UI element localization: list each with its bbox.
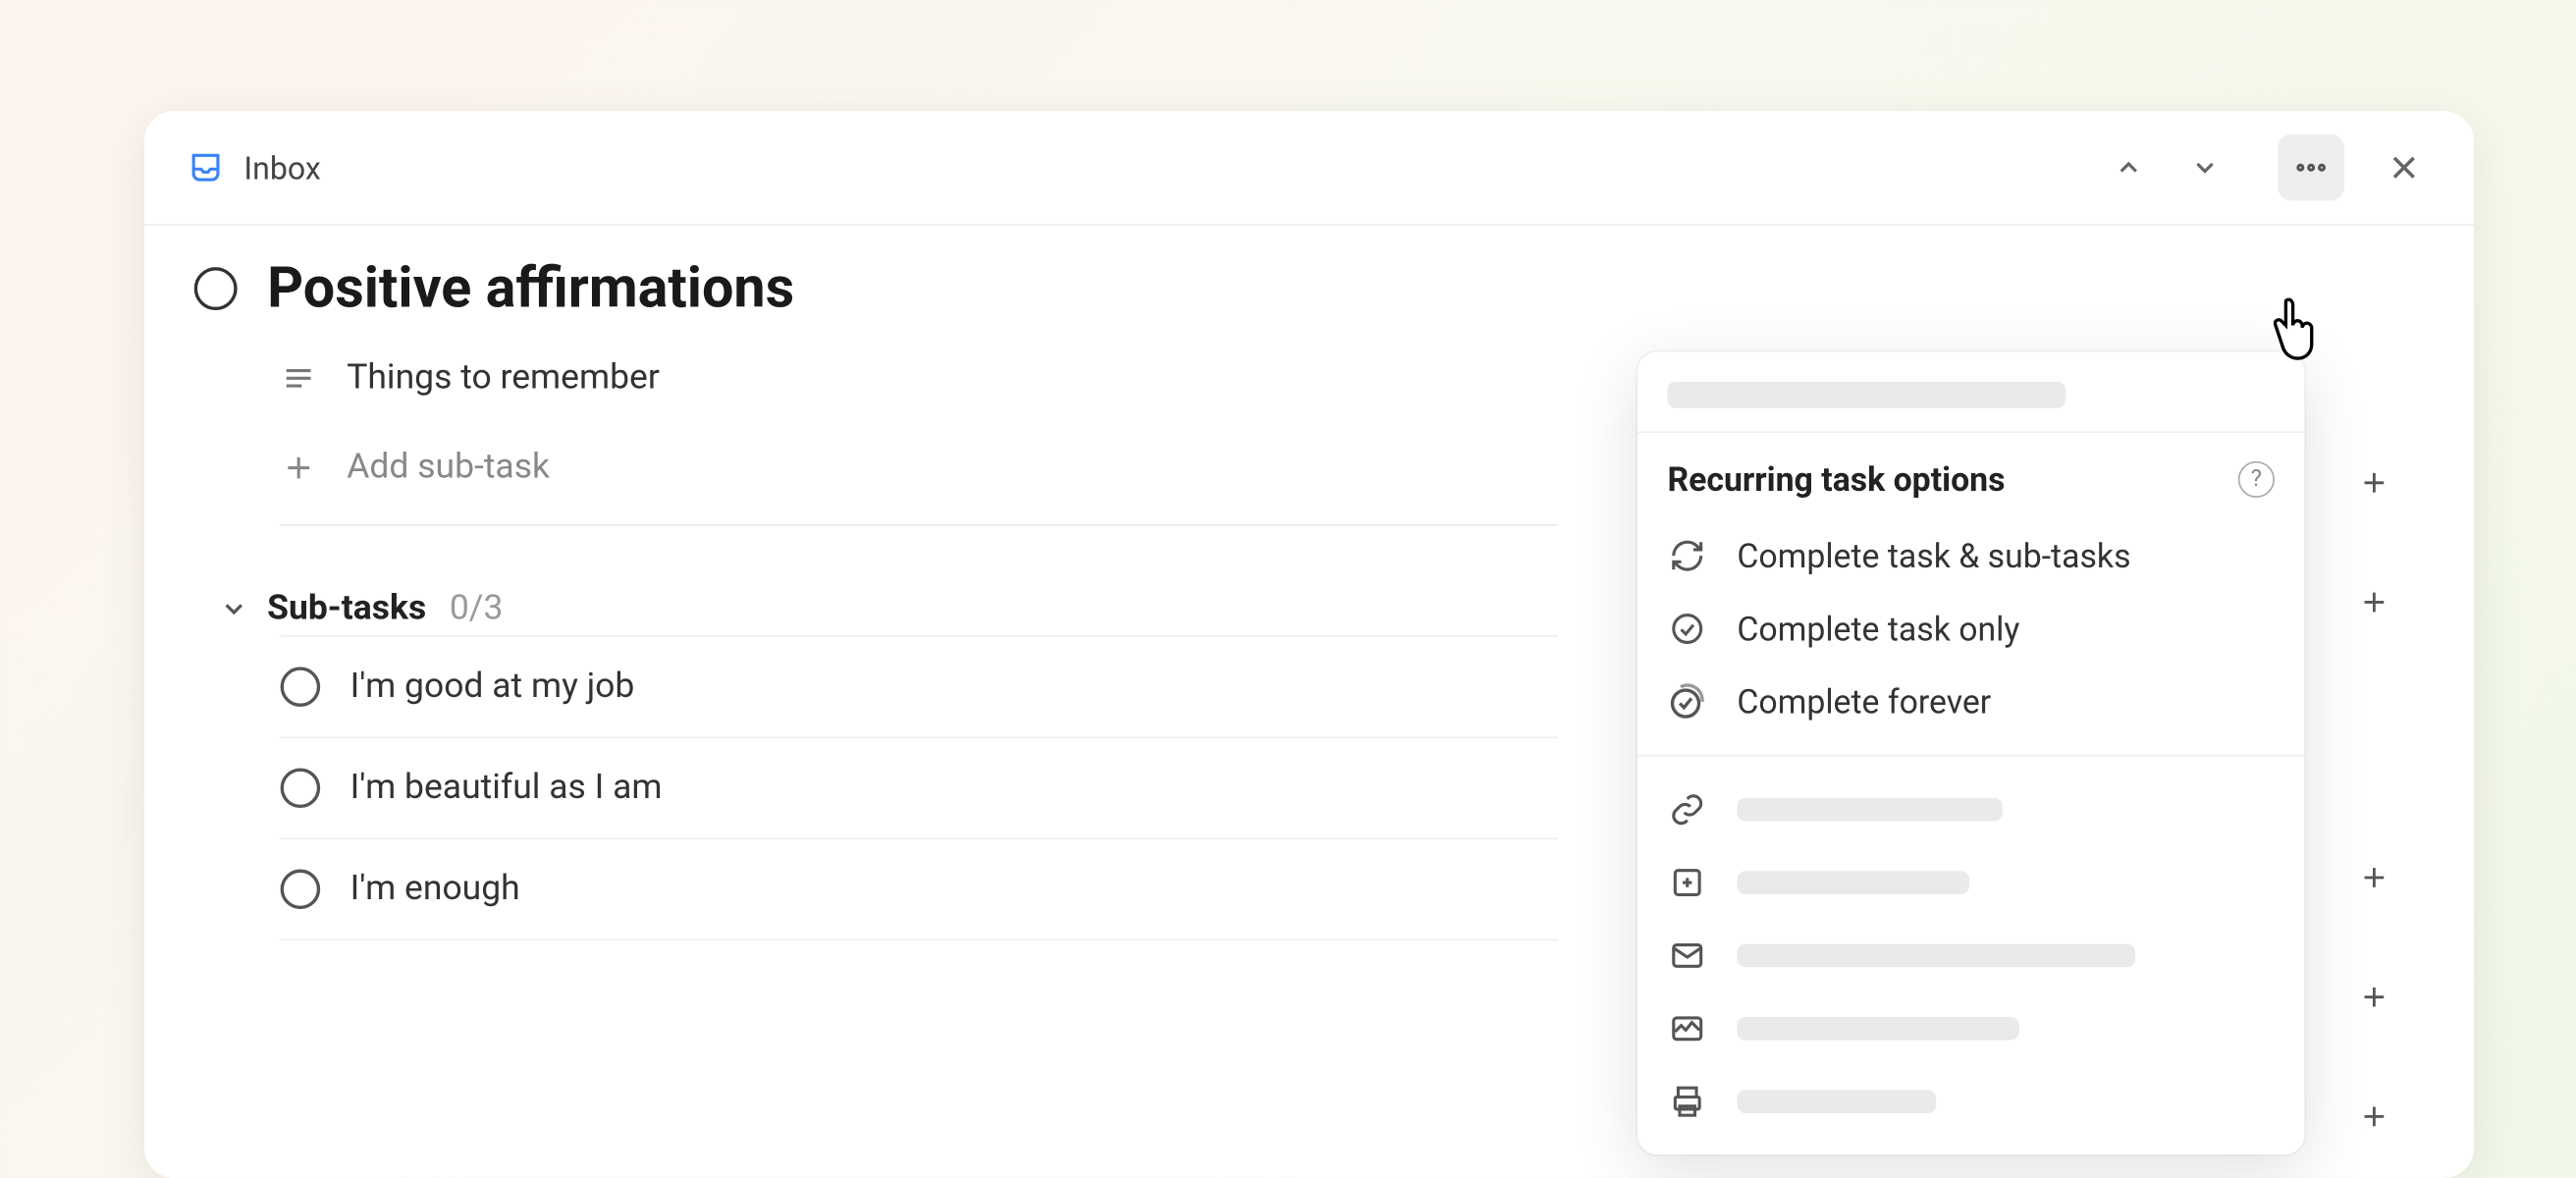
menu-item-label: Complete task only	[1737, 609, 2019, 649]
menu-placeholder	[1737, 1090, 1936, 1113]
check-circle-icon	[1667, 609, 1707, 649]
subtask-checkbox[interactable]	[281, 667, 321, 707]
subtask-item[interactable]: I'm good at my job	[281, 637, 1558, 738]
subtask-checkbox[interactable]	[281, 870, 321, 910]
subtasks-count: 0/3	[450, 589, 504, 629]
subtask-text: I'm enough	[350, 870, 520, 910]
task-description: Things to remember	[347, 358, 660, 399]
double-check-circle-icon	[1667, 682, 1707, 723]
description-icon	[281, 360, 317, 397]
plus-icon	[281, 450, 317, 486]
subtask-item[interactable]: I'm enough	[281, 839, 1558, 940]
task-title[interactable]: Positive affirmations	[267, 255, 794, 322]
menu-placeholder	[1667, 382, 2066, 408]
modal-header: Inbox	[144, 111, 2474, 226]
menu-item-placeholder[interactable]	[1637, 774, 2304, 846]
mail-icon	[1667, 936, 1707, 976]
menu-placeholder	[1737, 944, 2135, 968]
menu-item-placeholder[interactable]	[1637, 992, 2304, 1065]
chevron-down-icon	[217, 592, 250, 625]
add-subtask-button[interactable]: Add sub-task	[281, 418, 1558, 526]
subtask-checkbox[interactable]	[281, 768, 321, 808]
next-task-button[interactable]	[2172, 134, 2238, 201]
location-label[interactable]: Inbox	[243, 148, 320, 187]
add-field-button[interactable]	[2346, 574, 2402, 630]
add-square-icon	[1667, 863, 1707, 903]
add-field-button[interactable]	[2346, 455, 2402, 510]
menu-placeholder	[1737, 1017, 2018, 1041]
close-button[interactable]	[2371, 134, 2438, 201]
link-icon	[1667, 789, 1707, 830]
task-complete-checkbox[interactable]	[194, 267, 238, 310]
task-detail-modal: Inbox	[144, 111, 2474, 1178]
menu-placeholder	[1737, 798, 2002, 822]
subtasks-label: Sub-tasks	[267, 589, 426, 629]
complete-forever-option[interactable]: Complete forever	[1637, 666, 2304, 738]
menu-item-placeholder[interactable]	[1637, 919, 2304, 991]
menu-item-label: Complete forever	[1737, 682, 1991, 723]
menu-placeholder	[1737, 871, 1969, 894]
help-icon[interactable]: ?	[2238, 461, 2275, 498]
more-options-menu: Recurring task options ? Complete task &…	[1637, 351, 2304, 1154]
activity-icon	[1667, 1009, 1707, 1049]
refresh-icon	[1667, 536, 1707, 576]
add-field-button[interactable]	[2346, 1089, 2402, 1145]
previous-task-button[interactable]	[2095, 134, 2162, 201]
subtask-text: I'm good at my job	[350, 667, 635, 707]
task-description-row[interactable]: Things to remember	[281, 339, 1558, 418]
subtask-list: I'm good at my job I'm beautiful as I am…	[281, 635, 1558, 940]
menu-item-placeholder[interactable]	[1637, 846, 2304, 919]
inbox-icon	[188, 149, 224, 186]
print-icon	[1667, 1082, 1707, 1122]
add-subtask-label: Add sub-task	[347, 448, 550, 488]
complete-task-and-subtasks-option[interactable]: Complete task & sub-tasks	[1637, 519, 2304, 592]
add-field-button[interactable]	[2346, 849, 2402, 905]
add-field-button[interactable]	[2346, 969, 2402, 1025]
complete-task-only-option[interactable]: Complete task only	[1637, 592, 2304, 665]
menu-item-placeholder[interactable]	[1637, 1065, 2304, 1138]
more-options-button[interactable]	[2278, 134, 2344, 201]
subtask-text: I'm beautiful as I am	[350, 768, 663, 808]
subtask-item[interactable]: I'm beautiful as I am	[281, 738, 1558, 839]
menu-item-label: Complete task & sub-tasks	[1737, 536, 2130, 576]
recurring-options-title: Recurring task options	[1667, 459, 2005, 500]
right-gutter	[2325, 255, 2424, 1145]
